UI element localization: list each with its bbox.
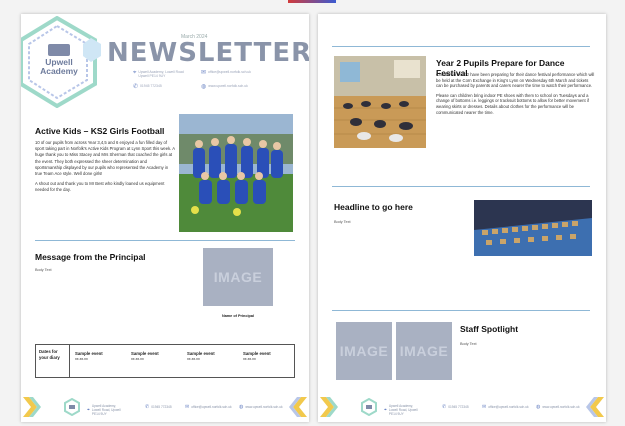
rainbow-stripe-decoration — [23, 397, 41, 417]
globe-icon: ◍ — [201, 84, 207, 90]
phone-icon: ✆ — [133, 84, 139, 90]
newsletter-page-1: Upwell Academy March 2024 NEWSLETTER ⌖ U… — [21, 14, 309, 422]
staff-image-placeholder-1: IMAGE — [336, 322, 392, 380]
diary-events-box: Dates for your diary Sample event xx.xx.… — [35, 344, 295, 378]
staff-image-placeholder-2: IMAGE — [396, 322, 452, 380]
contact-phone: ✆ 01945 772345 — [133, 84, 162, 90]
footer-logo-icon — [64, 398, 80, 416]
footer-website: ◍ www.upwell.norfolk.sch.uk — [536, 404, 580, 410]
principal-image-placeholder: IMAGE — [203, 248, 273, 306]
globe-icon: ◍ — [239, 404, 244, 410]
headline-body: Body Text — [334, 220, 351, 224]
footer-website: ◍ www.upwell.norfolk.sch.uk — [239, 404, 283, 410]
logo-mark-icon — [48, 44, 70, 56]
mail-icon: ✉ — [185, 404, 190, 410]
diary-event: Sample event xx.xx.xx — [75, 351, 103, 361]
footer-email: ✉ office@upwell.norfolk.sch.uk — [482, 404, 529, 410]
page-footer: ⌖ Upwell Academy, Lowell Road, Upwell PE… — [21, 394, 309, 422]
principal-body: Body Text — [35, 268, 52, 272]
location-pin-icon: ⌖ — [133, 70, 137, 76]
location-pin-icon: ⌖ — [384, 407, 387, 413]
footer-logo-icon — [361, 398, 377, 416]
logo-text: Upwell Academy — [40, 57, 78, 76]
phone-icon: ✆ — [145, 404, 150, 410]
article-body-dance: Children in Year 2 have been preparing f… — [436, 72, 595, 115]
rainbow-stripe-decoration — [289, 397, 307, 417]
globe-icon: ◍ — [536, 404, 541, 410]
dance-practice-photo — [334, 56, 426, 148]
contact-email: ✉ office@upwell.norfolk.sch.uk — [201, 70, 251, 76]
rainbow-stripe-decoration — [320, 397, 338, 417]
footer-address: ⌖ Upwell Academy, Lowell Road, Upwell PE… — [87, 404, 121, 416]
school-logo: Upwell Academy — [37, 44, 81, 76]
footer-phone: ✆ 01945 772345 — [145, 404, 172, 410]
section-divider — [35, 240, 295, 241]
footer-address: ⌖ Upwell Academy, Lowell Road, Upwell PE… — [384, 404, 418, 416]
contact-website: ◍ www.upwell.norfolk.sch.uk — [201, 84, 248, 90]
phone-icon: ✆ — [442, 404, 447, 410]
staff-spotlight-body: Body Text — [460, 342, 477, 346]
footer-phone: ✆ 01945 772345 — [442, 404, 469, 410]
newsletter-title: NEWSLETTER — [107, 38, 309, 68]
diary-event: Sample event xx.xx.xx — [187, 351, 215, 361]
article-body-football: 10 of our pupils from across Year 3,4,5 … — [35, 140, 175, 193]
section-divider — [332, 310, 590, 311]
mail-icon: ✉ — [201, 70, 207, 76]
staff-spotlight-heading: Staff Spotlight — [460, 324, 519, 334]
principal-caption: Name of Principal — [221, 314, 255, 318]
document-tab-strip — [288, 0, 336, 3]
headline-heading: Headline to go here — [334, 202, 413, 212]
mail-icon: ✉ — [482, 404, 487, 410]
diary-event: Sample event xx.xx.xx — [131, 351, 159, 361]
location-pin-icon: ⌖ — [87, 407, 90, 413]
section-divider — [332, 186, 590, 187]
newsletter-page-2: Year 2 Pupils Prepare for Dance Festival… — [318, 14, 606, 422]
principal-heading: Message from the Principal — [35, 252, 146, 262]
article-heading-football: Active Kids – KS2 Girls Football — [35, 126, 165, 136]
footer-email: ✉ office@upwell.norfolk.sch.uk — [185, 404, 232, 410]
diary-label: Dates for your diary — [36, 345, 70, 377]
page-footer: ⌖ Upwell Academy, Lowell Road, Upwell PE… — [318, 394, 606, 422]
headline-photo — [474, 200, 592, 256]
contact-address: ⌖ Upwell Academy, Lowell Road Upwell PE1… — [133, 70, 184, 78]
football-team-photo — [179, 114, 293, 232]
rainbow-stripe-decoration — [586, 397, 604, 417]
section-divider — [332, 46, 590, 47]
diary-event: Sample event xx.xx.xx — [243, 351, 271, 361]
